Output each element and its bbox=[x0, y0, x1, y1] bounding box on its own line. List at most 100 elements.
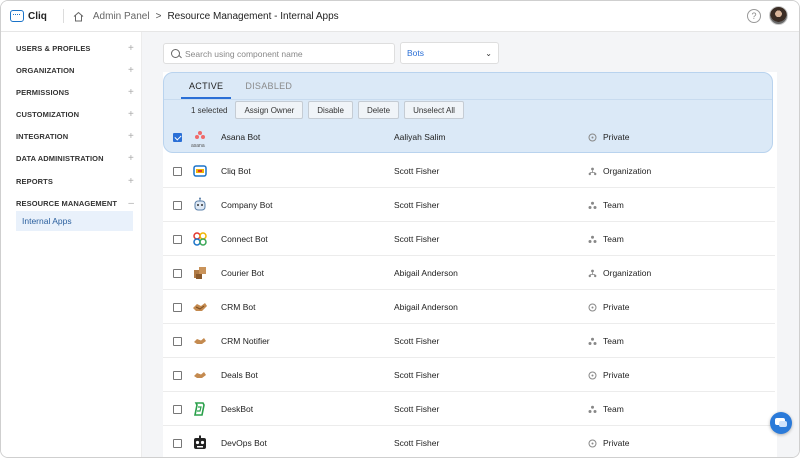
selected-count: 1 selected bbox=[191, 105, 228, 115]
bot-scope: Team bbox=[603, 234, 624, 244]
sidebar-item-organization[interactable]: ORGANIZATION + bbox=[16, 63, 134, 77]
row-checkbox[interactable] bbox=[173, 132, 182, 142]
bot-name[interactable]: Company Bot bbox=[221, 200, 273, 210]
sidebar-item-integration[interactable]: INTEGRATION + bbox=[16, 129, 134, 143]
sidebar-item-permissions[interactable]: PERMISSIONS + bbox=[16, 85, 134, 99]
expand-icon[interactable]: + bbox=[128, 176, 134, 187]
type-dropdown[interactable]: Bots ⌄ bbox=[400, 42, 499, 64]
delete-button[interactable]: Delete bbox=[357, 101, 400, 119]
organization-scope-icon bbox=[588, 167, 597, 176]
row-checkbox[interactable] bbox=[173, 268, 182, 278]
search-icon bbox=[171, 49, 180, 58]
bot-scope: Organization bbox=[603, 268, 652, 278]
home-icon[interactable] bbox=[73, 11, 84, 22]
tab-active[interactable]: ACTIVE bbox=[181, 79, 232, 99]
row-checkbox[interactable] bbox=[173, 302, 182, 312]
chat-bubble-icon[interactable] bbox=[770, 412, 792, 434]
bot-owner: Scott Fisher bbox=[394, 200, 440, 210]
table-row[interactable]: DevOps Bot Scott Fisher Private bbox=[163, 426, 775, 457]
bot-owner: Scott Fisher bbox=[394, 370, 440, 380]
sidebar-item-internal-apps[interactable]: Internal Apps bbox=[16, 211, 133, 231]
table-row[interactable]: Courier Bot Abigail Anderson Organizatio… bbox=[163, 256, 775, 290]
help-icon[interactable]: ? bbox=[747, 9, 761, 23]
table-row[interactable]: CRM Notifier Scott Fisher Team bbox=[163, 324, 775, 358]
avatar[interactable] bbox=[769, 6, 788, 25]
bot-scope: Team bbox=[603, 200, 624, 210]
expand-icon[interactable]: + bbox=[128, 65, 134, 76]
bulk-action-toolbar: 1 selected Assign Owner Disable Delete U… bbox=[185, 101, 469, 119]
table-row[interactable]: Cliq Bot Scott Fisher Organization bbox=[163, 154, 775, 188]
expand-icon[interactable]: + bbox=[128, 153, 134, 164]
table-row[interactable]: Connect Bot Scott Fisher Team bbox=[163, 222, 775, 256]
bot-name[interactable]: Asana Bot bbox=[221, 132, 260, 142]
sidebar-item-customization[interactable]: CUSTOMIZATION + bbox=[16, 107, 134, 121]
row-checkbox[interactable] bbox=[173, 438, 182, 448]
tab-bar: ACTIVE DISABLED bbox=[181, 79, 306, 99]
breadcrumb-admin-panel[interactable]: Admin Panel bbox=[93, 11, 150, 22]
sidebar-item-label: ORGANIZATION bbox=[16, 65, 75, 75]
sidebar-item-data-administration[interactable]: DATA ADMINISTRATION + bbox=[16, 151, 134, 165]
search-box[interactable] bbox=[163, 43, 395, 64]
table-row[interactable]: Company Bot Scott Fisher Team bbox=[163, 188, 775, 222]
sidebar-item-label: REPORTS bbox=[16, 176, 53, 186]
robot-icon bbox=[192, 197, 208, 213]
bot-scope: Private bbox=[603, 438, 630, 448]
bot-name[interactable]: Courier Bot bbox=[221, 268, 264, 278]
expand-icon[interactable]: + bbox=[128, 87, 134, 98]
tab-disabled[interactable]: DISABLED bbox=[245, 79, 292, 99]
row-checkbox[interactable] bbox=[173, 200, 182, 210]
sidebar-item-label: INTEGRATION bbox=[16, 131, 69, 141]
sidebar-item-label: DATA ADMINISTRATION bbox=[16, 153, 104, 163]
app-logo[interactable]: Cliq bbox=[10, 10, 47, 22]
bot-owner: Scott Fisher bbox=[394, 336, 440, 346]
sidebar-item-users-profiles[interactable]: USERS & PROFILES + bbox=[16, 41, 134, 55]
sidebar-item-label: RESOURCE MANAGEMENT bbox=[16, 198, 118, 208]
connect-icon bbox=[192, 231, 208, 247]
header-divider bbox=[62, 9, 64, 23]
top-header: Cliq Admin Panel > Resource Management -… bbox=[1, 1, 799, 32]
unselect-all-button[interactable]: Unselect All bbox=[404, 101, 464, 119]
sidebar-item-label: USERS & PROFILES bbox=[16, 43, 91, 53]
assign-owner-button[interactable]: Assign Owner bbox=[235, 101, 304, 119]
table-row[interactable]: DeskBot Scott Fisher Team bbox=[163, 392, 775, 426]
bot-name[interactable]: CRM Notifier bbox=[221, 336, 270, 346]
bots-table: ACTIVE DISABLED 1 selected Assign Owner … bbox=[163, 72, 777, 457]
organization-scope-icon bbox=[588, 269, 597, 278]
collapse-icon[interactable]: – bbox=[128, 198, 134, 209]
page-title: Resource Management - Internal Apps bbox=[167, 10, 339, 22]
row-checkbox[interactable] bbox=[173, 234, 182, 244]
bot-name[interactable]: Cliq Bot bbox=[221, 166, 251, 176]
private-scope-icon bbox=[588, 303, 597, 312]
bot-name[interactable]: DeskBot bbox=[221, 404, 253, 414]
private-scope-icon bbox=[588, 133, 597, 142]
bot-name[interactable]: Connect Bot bbox=[221, 234, 268, 244]
search-input[interactable] bbox=[185, 48, 385, 59]
expand-icon[interactable]: + bbox=[128, 131, 134, 142]
table-row[interactable]: Deals Bot Scott Fisher Private bbox=[163, 358, 775, 392]
type-dropdown-value: Bots bbox=[407, 48, 425, 58]
sidebar-item-reports[interactable]: REPORTS + bbox=[16, 174, 134, 188]
row-checkbox[interactable] bbox=[173, 370, 182, 380]
sidebar-item-resource-management[interactable]: RESOURCE MANAGEMENT – bbox=[16, 196, 134, 210]
bot-owner: Scott Fisher bbox=[394, 404, 440, 414]
row-checkbox[interactable] bbox=[173, 404, 182, 414]
bot-owner: Abigail Anderson bbox=[394, 302, 458, 312]
row-checkbox[interactable] bbox=[173, 166, 182, 176]
sidebar: USERS & PROFILES + ORGANIZATION + PERMIS… bbox=[1, 32, 142, 457]
row-checkbox[interactable] bbox=[173, 336, 182, 346]
team-scope-icon bbox=[588, 337, 597, 346]
disable-button[interactable]: Disable bbox=[308, 101, 353, 119]
expand-icon[interactable]: + bbox=[128, 43, 134, 54]
cliq-bot-icon bbox=[192, 163, 208, 179]
app-window: Cliq Admin Panel > Resource Management -… bbox=[0, 0, 800, 458]
bot-name[interactable]: Deals Bot bbox=[221, 370, 258, 380]
deals-icon bbox=[192, 367, 208, 383]
cliq-logo-icon bbox=[10, 10, 24, 22]
bot-name[interactable]: DevOps Bot bbox=[221, 438, 267, 448]
expand-icon[interactable]: + bbox=[128, 109, 134, 120]
bot-scope: Team bbox=[603, 336, 624, 346]
table-row[interactable]: asana Asana Bot Aaliyah Salim Private bbox=[163, 120, 775, 154]
bot-name[interactable]: CRM Bot bbox=[221, 302, 255, 312]
team-scope-icon bbox=[588, 405, 597, 414]
table-row[interactable]: CRM Bot Abigail Anderson Private bbox=[163, 290, 775, 324]
